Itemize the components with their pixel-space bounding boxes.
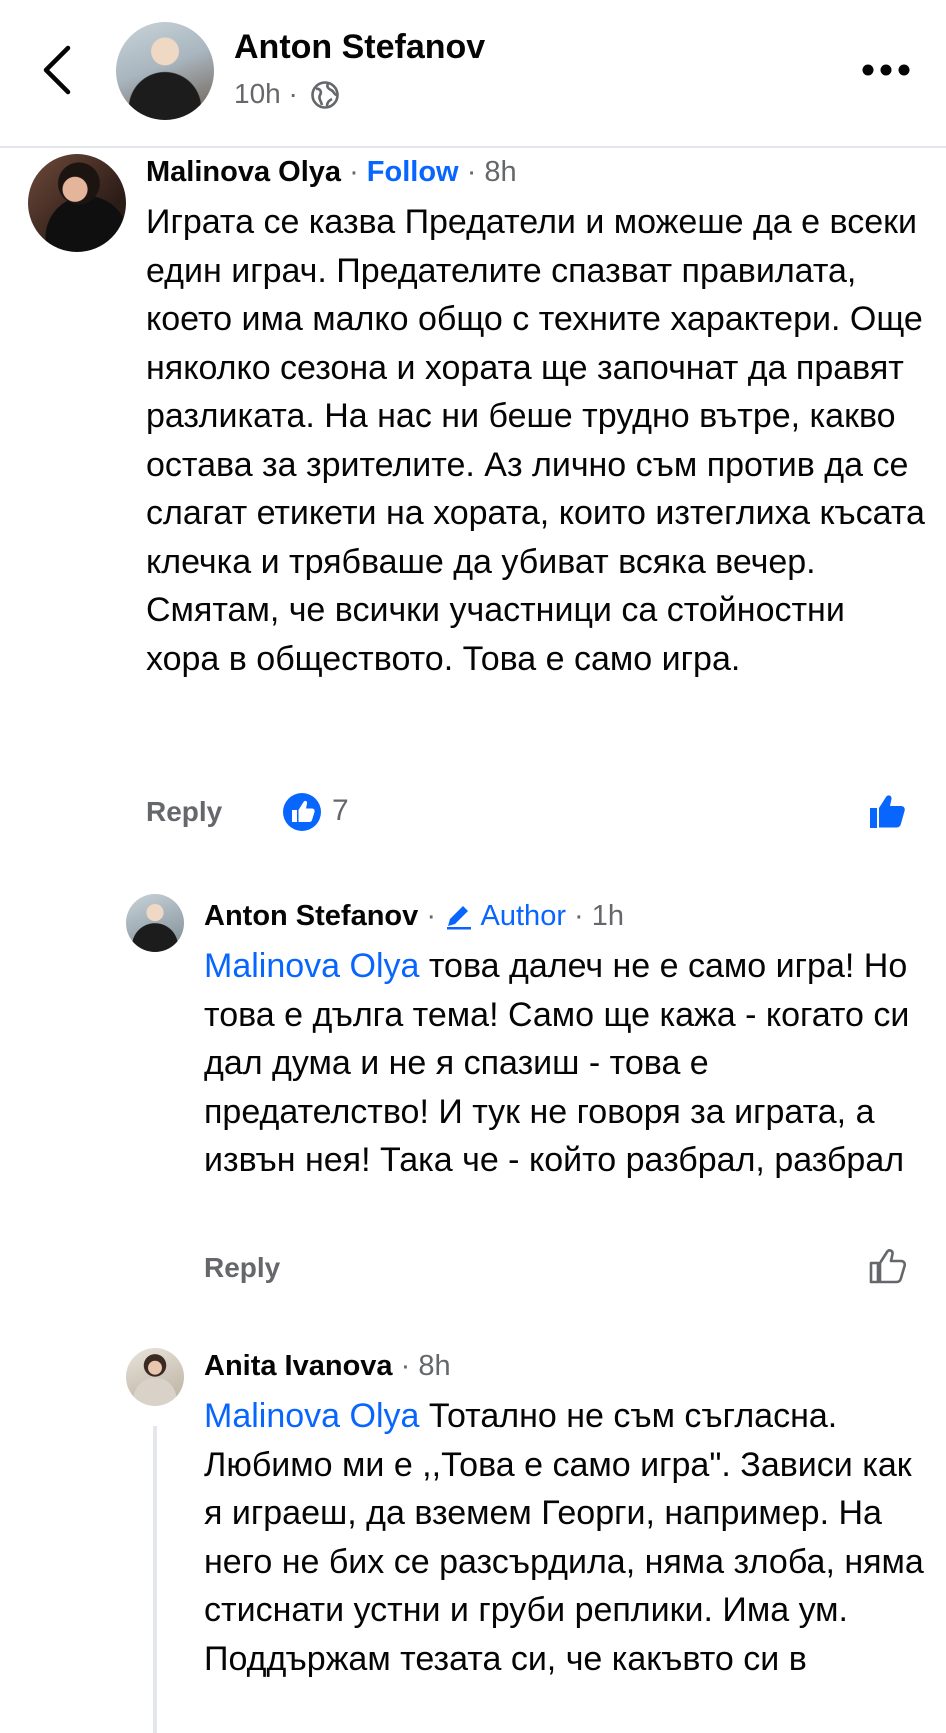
post-time: 10h · (234, 78, 298, 109)
comment-text: Malinova Olya Тотално не съм съгласна. Л… (204, 1392, 926, 1683)
author-avatar[interactable] (116, 22, 214, 120)
thumbs-up-filled-icon[interactable] (868, 792, 908, 832)
commenter-name[interactable]: Malinova Olya (146, 156, 341, 188)
comment-time: 8h (418, 1350, 451, 1382)
commenter-avatar[interactable] (126, 1348, 184, 1406)
commenter-avatar[interactable] (126, 894, 184, 952)
comment-text: Malinova Olya това далеч не е само игра!… (204, 942, 926, 1185)
comment-time: 8h (484, 156, 517, 188)
commenter-name[interactable]: Anita Ivanova (204, 1350, 393, 1382)
commenter-avatar[interactable] (28, 154, 126, 252)
author-badge: Author (480, 900, 566, 932)
post-author-name[interactable]: Anton Stefanov (234, 28, 485, 67)
reaction-count[interactable]: 7 (332, 794, 349, 828)
comment-text-body: Тотално не съм съгласна. Любимо ми е ,,Т… (204, 1397, 924, 1678)
like-reaction-icon (283, 793, 321, 831)
comment-meta: Anton Stefanov · Author · 1h (204, 900, 625, 932)
globe-icon (311, 81, 339, 109)
more-horizontal-icon[interactable] (862, 62, 910, 78)
post-header: Anton Stefanov 10h · (0, 0, 946, 148)
follow-button[interactable]: Follow (367, 156, 459, 188)
reply-button[interactable]: Reply (146, 796, 222, 828)
thread-connector (153, 1426, 157, 1733)
pencil-icon (447, 906, 472, 930)
comment-meta: Anita Ivanova · 8h (204, 1350, 451, 1382)
commenter-name[interactable]: Anton Stefanov (204, 900, 418, 932)
comment-time: 1h (591, 900, 625, 932)
mention-link[interactable]: Malinova Olya (204, 947, 419, 985)
chevron-left-icon[interactable] (36, 44, 80, 96)
thumbs-up-outline-icon[interactable] (868, 1246, 908, 1286)
comment-text: Играта се казва Предатели и можеше да е … (146, 203, 925, 678)
reply-button[interactable]: Reply (204, 1252, 280, 1284)
mention-link[interactable]: Malinova Olya (204, 1397, 419, 1435)
comment-meta: Malinova Olya · Follow · 8h (146, 156, 517, 188)
